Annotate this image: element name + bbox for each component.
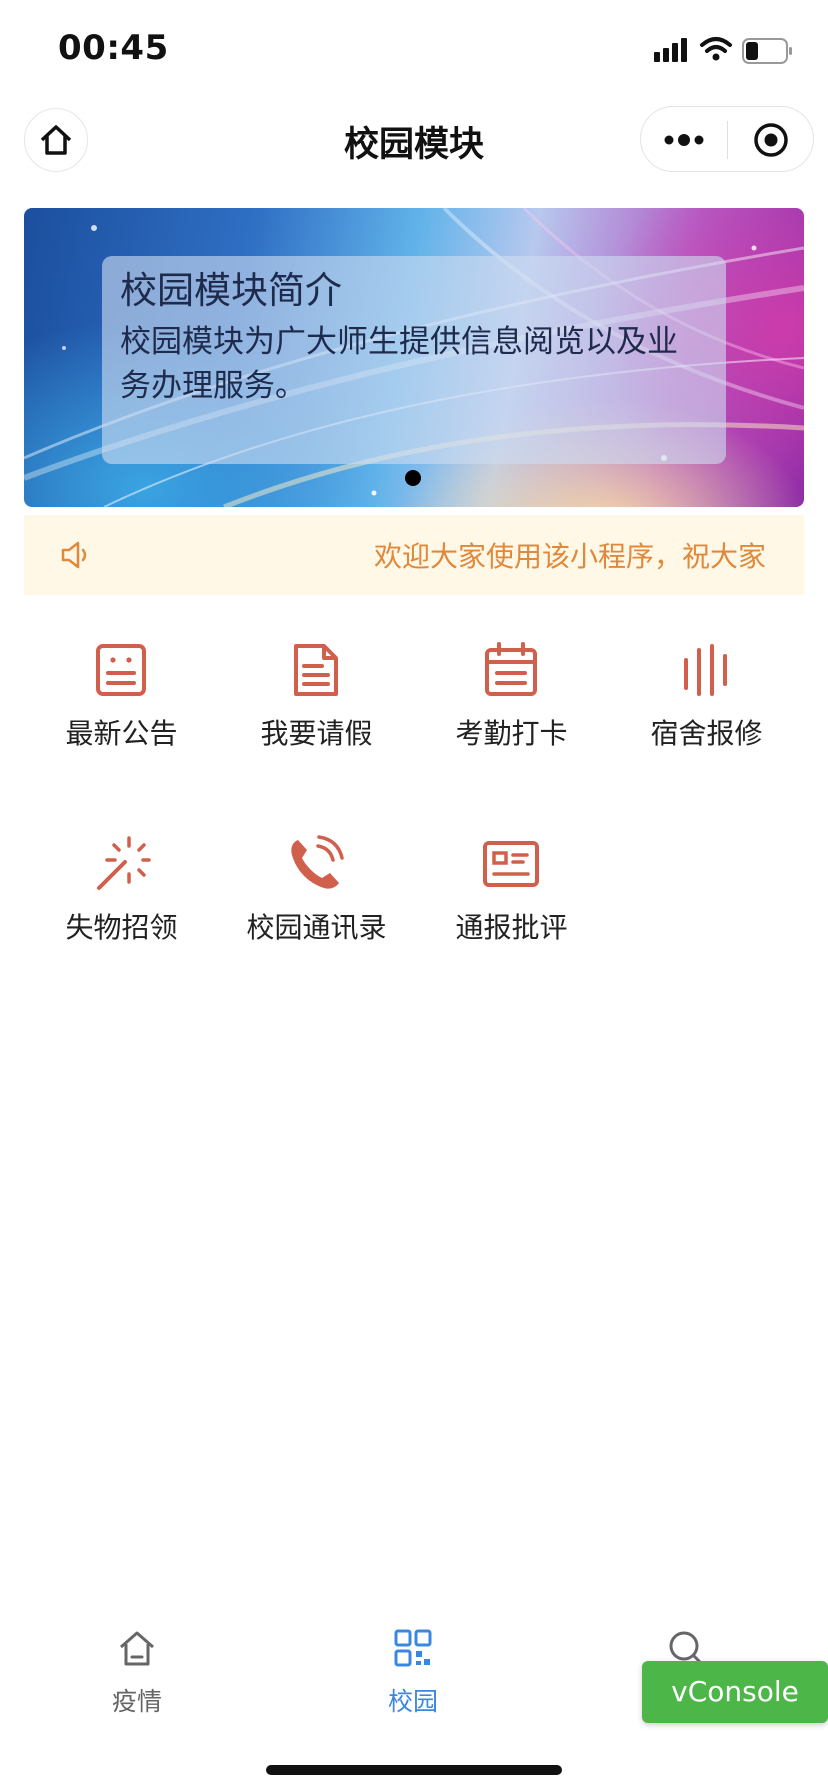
home-icon <box>120 1631 154 1666</box>
cellular-signal-icon <box>654 38 687 62</box>
grid-item-leave-request[interactable]: 我要请假 <box>219 640 414 790</box>
tab-campus[interactable]: 校园 <box>313 1626 513 1726</box>
battery-icon <box>742 38 792 64</box>
notice-text: 欢迎大家使用该小程序，祝大家 <box>374 540 767 573</box>
target-close-icon <box>754 123 788 157</box>
banner-carousel[interactable]: 校园模块简介 校园模块为广大师生提供信息阅览以及业 务办理服务。 <box>24 208 804 507</box>
calendar-icon <box>485 642 537 696</box>
tab-epidemic[interactable]: 疫情 <box>37 1626 237 1726</box>
grid-item-circulated-criticism[interactable]: 通报批评 <box>414 834 609 984</box>
grid-item-label: 校园通讯录 <box>246 911 387 944</box>
status-bar: 00:45 <box>0 0 828 96</box>
notice-bar[interactable]: 欢迎大家使用该小程序，祝大家 <box>24 515 804 595</box>
grid-item-label: 最新公告 <box>65 717 178 750</box>
grid-item-latest-notice[interactable]: 最新公告 <box>24 640 219 790</box>
grid-item-label: 宿舍报修 <box>650 717 763 750</box>
qr-code-icon <box>394 1629 432 1667</box>
bars-icon <box>684 644 727 696</box>
banner-description-line: 务办理服务。 <box>120 368 306 404</box>
document-icon <box>294 644 338 696</box>
magic-wand-icon <box>97 836 151 890</box>
banner-title: 校园模块简介 <box>120 269 342 312</box>
grid-item-label: 我要请假 <box>260 717 373 750</box>
grid-item-dorm-repair[interactable]: 宿舍报修 <box>609 640 804 790</box>
phone-icon <box>291 835 344 889</box>
notice-board-icon <box>96 644 146 696</box>
status-time: 00:45 <box>58 28 169 68</box>
grid-item-campus-directory[interactable]: 校园通讯录 <box>219 834 414 984</box>
banner-text-card: 校园模块简介 校园模块为广大师生提供信息阅览以及业 务办理服务。 <box>102 256 726 464</box>
wifi-icon <box>700 37 732 61</box>
id-card-icon <box>483 841 539 887</box>
grid-item-label: 考勤打卡 <box>455 717 568 750</box>
grid-item-label: 失物招领 <box>65 911 178 944</box>
tab-label: 疫情 <box>111 1687 162 1716</box>
close-miniprogram-button[interactable] <box>728 107 814 173</box>
banner-description: 校园模块为广大师生提供信息阅览以及业 务办理服务。 <box>120 320 708 408</box>
carousel-indicator-dot[interactable] <box>405 470 421 486</box>
more-button[interactable] <box>641 107 727 173</box>
grid-item-attendance[interactable]: 考勤打卡 <box>414 640 609 790</box>
banner-description-line: 校园模块为广大师生提供信息阅览以及业 <box>120 324 678 360</box>
tab-label: 校园 <box>387 1687 438 1716</box>
speaker-icon <box>61 541 87 569</box>
capsule-menu <box>640 106 814 172</box>
home-indicator[interactable] <box>266 1765 562 1775</box>
navigation-bar: 校园模块 <box>0 96 828 184</box>
grid-item-label: 通报批评 <box>455 911 568 944</box>
grid-item-lost-and-found[interactable]: 失物招领 <box>24 834 219 984</box>
more-dots-icon <box>664 134 704 146</box>
vconsole-button[interactable]: vConsole <box>642 1661 828 1723</box>
